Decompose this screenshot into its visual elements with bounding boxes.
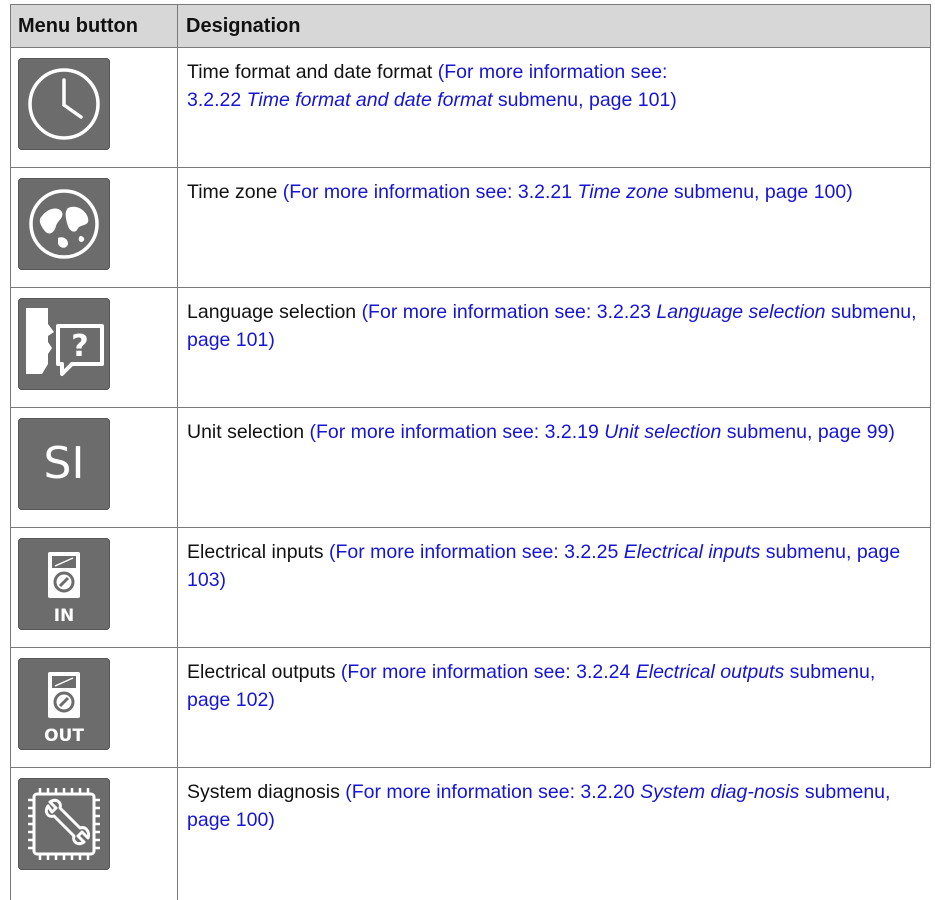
clock-icon[interactable] [18,58,110,150]
xref-target: Time zone [577,181,669,203]
designation-cell: Time format and date format (For more in… [178,48,930,167]
xref-target: Language selection [656,301,826,323]
menu-button-cell: IN [11,528,178,647]
meter-in-icon[interactable]: IN [18,538,110,630]
menu-button-cell: OUT [11,648,178,767]
xref-rest: submenu, page 99) [726,421,895,443]
xref-prefix: (For more information see: [328,541,559,563]
xref-section: 3.2.20 [580,781,635,803]
xref-link[interactable]: (For more information see: 3.2.19 Unit s… [309,421,894,443]
globe-map-icon[interactable] [18,178,110,270]
svg-text:?: ? [71,329,88,364]
xref-prefix: (For more information see: [345,781,575,803]
designation-cell: System diagnosis (For more information s… [178,768,931,900]
header-designation: Designation [186,15,301,37]
chip-wrench-icon[interactable] [18,778,110,870]
xref-prefix: (For more information see: [340,661,571,683]
out-label: OUT [44,726,84,746]
table-row: Time zone (For more information see: 3.2… [10,168,931,288]
menu-button-cell [11,768,178,900]
xref-section: 3.2.19 [544,421,599,443]
table-row: ? Language selection (For more informati… [10,288,931,408]
xref-target: Unit selection [604,421,722,443]
xref-prefix: (For more information see: [282,181,513,203]
xref-section: 3.2.24 [576,661,631,683]
xref-rest: submenu, page 100) [673,181,853,203]
xref-prefix: (For more information see: [437,61,668,83]
menu-button-cell [11,48,178,167]
row-title: System diagnosis [187,781,340,803]
menu-button-cell [11,168,178,287]
xref-target: Electrical inputs [623,541,761,563]
xref-target: Time format and date format [246,89,493,111]
table-row: SI Unit selection (For more information … [10,408,931,528]
row-title: Language selection [187,301,357,323]
designation-cell: Time zone (For more information see: 3.2… [178,168,930,287]
header-menu-button: Menu button [11,5,178,47]
xref-section: 3.2.23 [596,301,651,323]
xref-rest: submenu, page 101) [497,89,677,111]
row-title: Time format and date format [187,61,433,83]
designation-cell: Electrical inputs (For more information … [178,528,930,647]
xref-target: System diag-nosis [640,781,800,803]
in-label: IN [53,606,75,626]
xref-target: Electrical outputs [635,661,785,683]
speaker-question-icon[interactable]: ? [18,298,110,390]
menu-button-cell: ? [11,288,178,407]
si-label: SI [43,438,85,489]
designation-cell: Language selection (For more information… [178,288,930,407]
designation-cell: Electrical outputs (For more information… [178,648,930,767]
xref-section: 3.2.21 [517,181,573,203]
table-row: System diagnosis (For more information s… [10,768,931,900]
xref-section: 3.2.22 [187,89,242,111]
menu-table: Menu button Designation Time format and … [10,4,931,900]
xref-link[interactable]: (For more information see: 3.2.21 Time z… [283,181,853,203]
xref-section: 3.2.25 [564,541,619,563]
table-row: Time format and date format (For more in… [10,48,931,168]
row-title: Time zone [187,181,278,203]
si-units-icon[interactable]: SI [18,418,110,510]
meter-out-icon[interactable]: OUT [18,658,110,750]
designation-cell: Unit selection (For more information see… [178,408,930,527]
table-row: OUT Electrical outputs (For more informa… [10,648,931,768]
xref-prefix: (For more information see: [361,301,592,323]
menu-button-cell: SI [11,408,178,527]
row-title: Unit selection [187,421,305,443]
table-row: IN Electrical inputs (For more informati… [10,528,931,648]
row-title: Electrical inputs [187,541,324,563]
table-header: Menu button Designation [10,4,931,48]
xref-prefix: (For more information see: [309,421,540,443]
row-title: Electrical outputs [187,661,336,683]
